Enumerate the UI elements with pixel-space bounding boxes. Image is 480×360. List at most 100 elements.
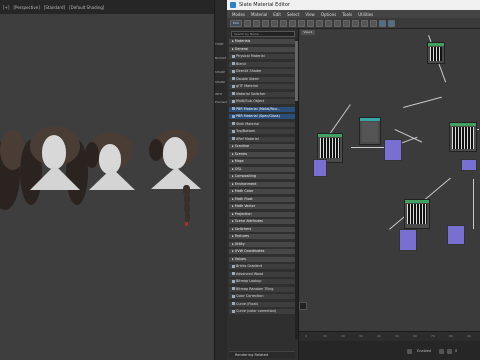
pick-mode-button[interactable]: Pick <box>230 19 242 27</box>
toolbar-button-8[interactable] <box>307 19 314 27</box>
browser-item[interactable]: Shell Material <box>229 121 295 127</box>
browser-item[interactable]: XRef Material <box>229 136 295 142</box>
browser-category[interactable]: ▸ Textures <box>229 234 295 239</box>
node-view[interactable]: View1 <box>299 29 480 331</box>
browser-category[interactable]: ▸ General <box>229 46 295 52</box>
toolbar-button-9[interactable] <box>316 19 323 27</box>
toolbar-button-4[interactable] <box>271 19 278 27</box>
browser-item[interactable]: PBR Material (Spec/Gloss) <box>229 114 295 119</box>
output-node[interactable] <box>461 159 477 171</box>
browser-category[interactable]: ▸ Math Float <box>229 196 295 202</box>
menu-select[interactable]: Select <box>287 12 299 17</box>
browser-item[interactable]: Material Switcher <box>229 91 295 97</box>
browser-item[interactable]: Blend <box>229 61 295 67</box>
toolbar-button-3[interactable] <box>262 19 269 27</box>
material-node[interactable] <box>404 199 430 229</box>
browser-item[interactable]: Multi/Sub-Object <box>229 99 295 104</box>
view-tab[interactable]: View1 <box>301 30 315 35</box>
rollout-tone[interactable]: TONE <box>214 42 228 46</box>
material-map-browser: Search by Name ... ▸ Materials ▸ General P… <box>227 29 299 360</box>
browser-item[interactable]: Top/Bottom <box>229 129 295 134</box>
viewport-label-plus[interactable]: [+] <box>3 5 9 10</box>
toolbar-button-13[interactable] <box>352 19 359 27</box>
rendering-related-section[interactable]: Rendering Related <box>229 351 295 358</box>
viewport-label-display[interactable]: [Default Shading] <box>69 5 104 10</box>
browser-item[interactable]: Bitmap Random Tiling <box>229 286 295 292</box>
browser-category[interactable]: ▸ Switchers <box>229 226 295 232</box>
browser-search-input[interactable]: Search by Name ... <box>231 31 295 37</box>
material-node[interactable] <box>427 42 445 64</box>
lock-icon[interactable] <box>407 349 412 354</box>
menu-tools[interactable]: Tools <box>342 12 352 17</box>
browser-category[interactable]: ▸ Utility <box>229 241 295 247</box>
desktop-screen: [+] [Perspective] [Standard] [Default Sh… <box>0 0 480 360</box>
browser-scroll-thumb[interactable] <box>295 41 298 101</box>
viewport-label-view[interactable]: [Perspective] <box>13 5 39 10</box>
toolbar-button-1[interactable] <box>244 19 251 27</box>
output-node[interactable] <box>384 139 402 161</box>
menu-edit[interactable]: Edit <box>273 12 281 17</box>
browser-category[interactable]: ▸ UVW Coordinates <box>229 249 295 254</box>
hair-model-braid[interactable] <box>145 125 210 245</box>
menu-view[interactable]: View <box>305 12 315 17</box>
browser-item[interactable]: DirectX Shader <box>229 69 295 74</box>
browser-item[interactable]: Bricks Gradient <box>229 264 295 269</box>
toolbar-button-11[interactable] <box>334 19 341 27</box>
menu-options[interactable]: Options <box>321 12 336 17</box>
toolbar-button-5[interactable] <box>280 19 287 27</box>
browser-category[interactable]: ▸ Math Color <box>229 189 295 194</box>
rollout-bloom[interactable]: BLOOM <box>214 56 228 60</box>
menu-utilities[interactable]: Utilities <box>358 12 373 17</box>
stop-icon[interactable] <box>447 349 452 354</box>
browser-item[interactable]: glTF Material <box>229 84 295 89</box>
play-icon[interactable] <box>439 349 444 354</box>
toolbar-button-17[interactable] <box>388 19 395 27</box>
rollout-sharp[interactable]: SHARP <box>214 70 228 74</box>
browser-category[interactable]: ▸ Maps <box>229 159 295 164</box>
toolbar-button-12[interactable] <box>343 19 350 27</box>
browser-category[interactable]: ▸ Values <box>229 256 295 262</box>
rollout-info[interactable]: INFO <box>214 92 228 96</box>
browser-category[interactable]: ▸ Projection <box>229 211 295 217</box>
browser-category[interactable]: ▸ Materials <box>229 39 295 44</box>
browser-item[interactable]: Physical Material <box>229 54 295 59</box>
browser-item[interactable]: Advanced Wood <box>229 271 295 277</box>
browser-item[interactable]: PBR Material (Metal/Rou... <box>229 106 295 112</box>
status-enabled[interactable]: Enabled <box>417 349 431 353</box>
browser-item[interactable]: Curve (Float) <box>229 301 295 307</box>
timeline[interactable]: 0 10 20 30 40 50 60 70 80 90 <box>299 331 480 341</box>
texture-node[interactable] <box>359 117 381 145</box>
output-node[interactable] <box>399 229 417 251</box>
browser-item[interactable]: Double Sided <box>229 76 295 82</box>
browser-category[interactable]: ▸ Compositing <box>229 174 295 179</box>
browser-item[interactable]: Bitmap Lookup <box>229 279 295 284</box>
toolbar-button-16[interactable] <box>379 19 386 27</box>
hair-model-short-curly[interactable] <box>85 130 140 200</box>
output-node[interactable] <box>313 159 327 177</box>
browser-item[interactable]: Color Correction <box>229 294 295 299</box>
browser-category[interactable]: ▸ Scanline <box>229 144 295 149</box>
output-node[interactable] <box>447 225 465 245</box>
toolbar-button-14[interactable] <box>361 19 368 27</box>
menu-modes[interactable]: Modes <box>232 12 245 17</box>
toolbar-button-7[interactable] <box>298 19 305 27</box>
perspective-viewport[interactable]: [+] [Perspective] [Standard] [Default Sh… <box>0 0 214 360</box>
browser-category[interactable]: ▸ Environment <box>229 181 295 187</box>
toolbar-button-10[interactable] <box>325 19 332 27</box>
toolbar-button-2[interactable] <box>253 19 260 27</box>
navigator-icon[interactable] <box>299 302 307 310</box>
browser-category[interactable]: ▸ OSL <box>229 166 295 172</box>
rollout-sharp-2[interactable]: SHARP <box>214 80 228 84</box>
browser-category[interactable]: ▸ Scene Attributes <box>229 219 295 224</box>
menu-material[interactable]: Material <box>251 12 267 17</box>
window-titlebar[interactable]: Slate Material Editor <box>227 0 480 10</box>
viewport-label-shading[interactable]: [Standard] <box>44 5 65 10</box>
toolbar-button-6[interactable] <box>289 19 296 27</box>
hair-model-long-curly[interactable] <box>20 120 90 210</box>
browser-category[interactable]: ▸ Math Vector <box>229 204 295 209</box>
toolbar-button-15[interactable] <box>370 19 377 27</box>
material-node[interactable] <box>449 122 477 152</box>
browser-item-label: UVW Coordinates <box>234 249 265 253</box>
browser-item[interactable]: Curve (color correction) <box>229 309 295 314</box>
browser-category[interactable]: ▸ Scenes <box>229 151 295 157</box>
